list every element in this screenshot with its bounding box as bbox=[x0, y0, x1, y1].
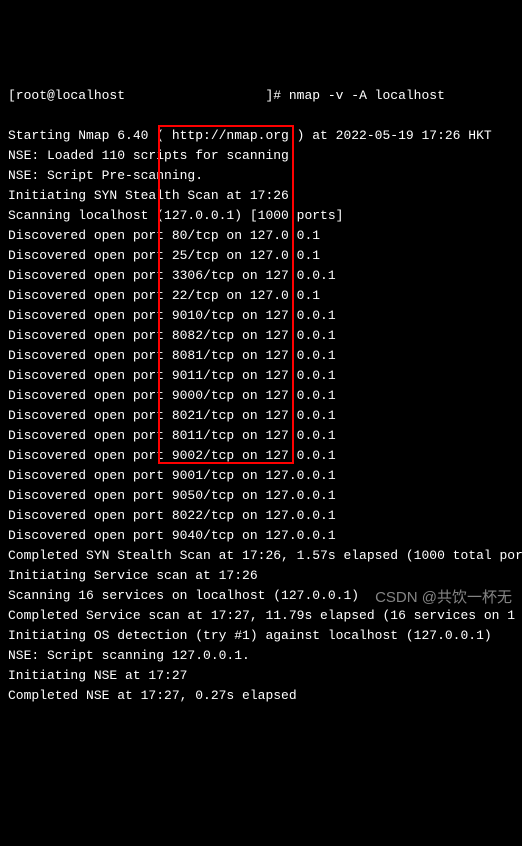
discovered-port-line-2: Discovered open port 3306/tcp on 127.0.0… bbox=[8, 266, 514, 286]
discovered-port-line-9: Discovered open port 8021/tcp on 127.0.0… bbox=[8, 406, 514, 426]
header-line-2: NSE: Script Pre-scanning. bbox=[8, 166, 514, 186]
header-line-0: Starting Nmap 6.40 ( http://nmap.org ) a… bbox=[8, 126, 514, 146]
shell-prompt-line: [root@localhost ]# nmap -v -A localhost bbox=[8, 86, 514, 106]
discovered-port-line-12: Discovered open port 9001/tcp on 127.0.0… bbox=[8, 466, 514, 486]
footer-line-1: Initiating Service scan at 17:26 bbox=[8, 566, 514, 586]
discovered-port-line-5: Discovered open port 8082/tcp on 127.0.0… bbox=[8, 326, 514, 346]
discovered-port-line-7: Discovered open port 9011/tcp on 127.0.0… bbox=[8, 366, 514, 386]
footer-line-3: Completed Service scan at 17:27, 11.79s … bbox=[8, 606, 514, 626]
discovered-port-line-1: Discovered open port 25/tcp on 127.0.0.1 bbox=[8, 246, 514, 266]
discovered-port-line-8: Discovered open port 9000/tcp on 127.0.0… bbox=[8, 386, 514, 406]
discovered-port-line-15: Discovered open port 9040/tcp on 127.0.0… bbox=[8, 526, 514, 546]
discovered-port-line-11: Discovered open port 9002/tcp on 127.0.0… bbox=[8, 446, 514, 466]
footer-line-2: Scanning 16 services on localhost (127.0… bbox=[8, 586, 514, 606]
discovered-port-line-0: Discovered open port 80/tcp on 127.0.0.1 bbox=[8, 226, 514, 246]
terminal-output: [root@localhost ]# nmap -v -A localhost … bbox=[8, 86, 514, 706]
discovered-port-line-6: Discovered open port 8081/tcp on 127.0.0… bbox=[8, 346, 514, 366]
footer-line-0: Completed SYN Stealth Scan at 17:26, 1.5… bbox=[8, 546, 514, 566]
footer-line-4: Initiating OS detection (try #1) against… bbox=[8, 626, 514, 646]
blank-line bbox=[8, 106, 514, 126]
discovered-port-line-10: Discovered open port 8011/tcp on 127.0.0… bbox=[8, 426, 514, 446]
discovered-port-line-14: Discovered open port 8022/tcp on 127.0.0… bbox=[8, 506, 514, 526]
header-line-1: NSE: Loaded 110 scripts for scanning. bbox=[8, 146, 514, 166]
header-line-4: Scanning localhost (127.0.0.1) [1000 por… bbox=[8, 206, 514, 226]
footer-line-7: Completed NSE at 17:27, 0.27s elapsed bbox=[8, 686, 514, 706]
discovered-port-line-4: Discovered open port 9010/tcp on 127.0.0… bbox=[8, 306, 514, 326]
footer-line-6: Initiating NSE at 17:27 bbox=[8, 666, 514, 686]
footer-line-5: NSE: Script scanning 127.0.0.1. bbox=[8, 646, 514, 666]
discovered-port-line-3: Discovered open port 22/tcp on 127.0.0.1 bbox=[8, 286, 514, 306]
header-line-3: Initiating SYN Stealth Scan at 17:26 bbox=[8, 186, 514, 206]
discovered-port-line-13: Discovered open port 9050/tcp on 127.0.0… bbox=[8, 486, 514, 506]
